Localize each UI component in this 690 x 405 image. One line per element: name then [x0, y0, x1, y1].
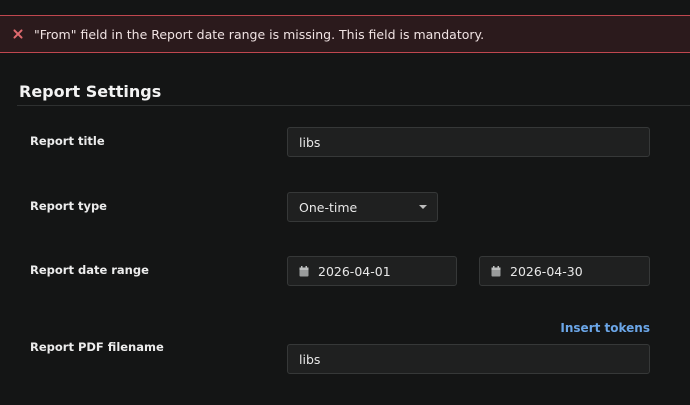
date-range-label: Report date range [30, 263, 149, 277]
insert-tokens-link[interactable]: Insert tokens [560, 321, 650, 335]
date-range-to-input[interactable]: 2026-04-30 [479, 256, 650, 286]
pdf-filename-input[interactable]: libs [287, 344, 650, 374]
calendar-icon [491, 265, 501, 276]
pdf-filename-label: Report PDF filename [30, 340, 164, 354]
close-icon [13, 29, 23, 39]
report-settings-page: "From" field in the Report date range is… [0, 0, 690, 405]
report-title-value: libs [299, 134, 321, 150]
calendar-icon [299, 265, 309, 276]
section-title: Report Settings [19, 82, 162, 101]
pdf-filename-value: libs [299, 351, 321, 367]
report-type-select[interactable]: One-time [287, 192, 438, 222]
section-divider [17, 105, 690, 106]
date-range-to-value: 2026-04-30 [510, 263, 583, 279]
report-title-input[interactable]: libs [287, 127, 650, 157]
report-type-label: Report type [30, 199, 107, 213]
error-message: "From" field in the Report date range is… [34, 26, 485, 42]
date-range-from-value: 2026-04-01 [318, 263, 391, 279]
chevron-down-icon [419, 205, 427, 209]
report-title-label: Report title [30, 134, 105, 148]
date-range-from-input[interactable]: 2026-04-01 [287, 256, 457, 286]
error-banner: "From" field in the Report date range is… [0, 15, 690, 53]
report-type-value: One-time [299, 199, 358, 215]
